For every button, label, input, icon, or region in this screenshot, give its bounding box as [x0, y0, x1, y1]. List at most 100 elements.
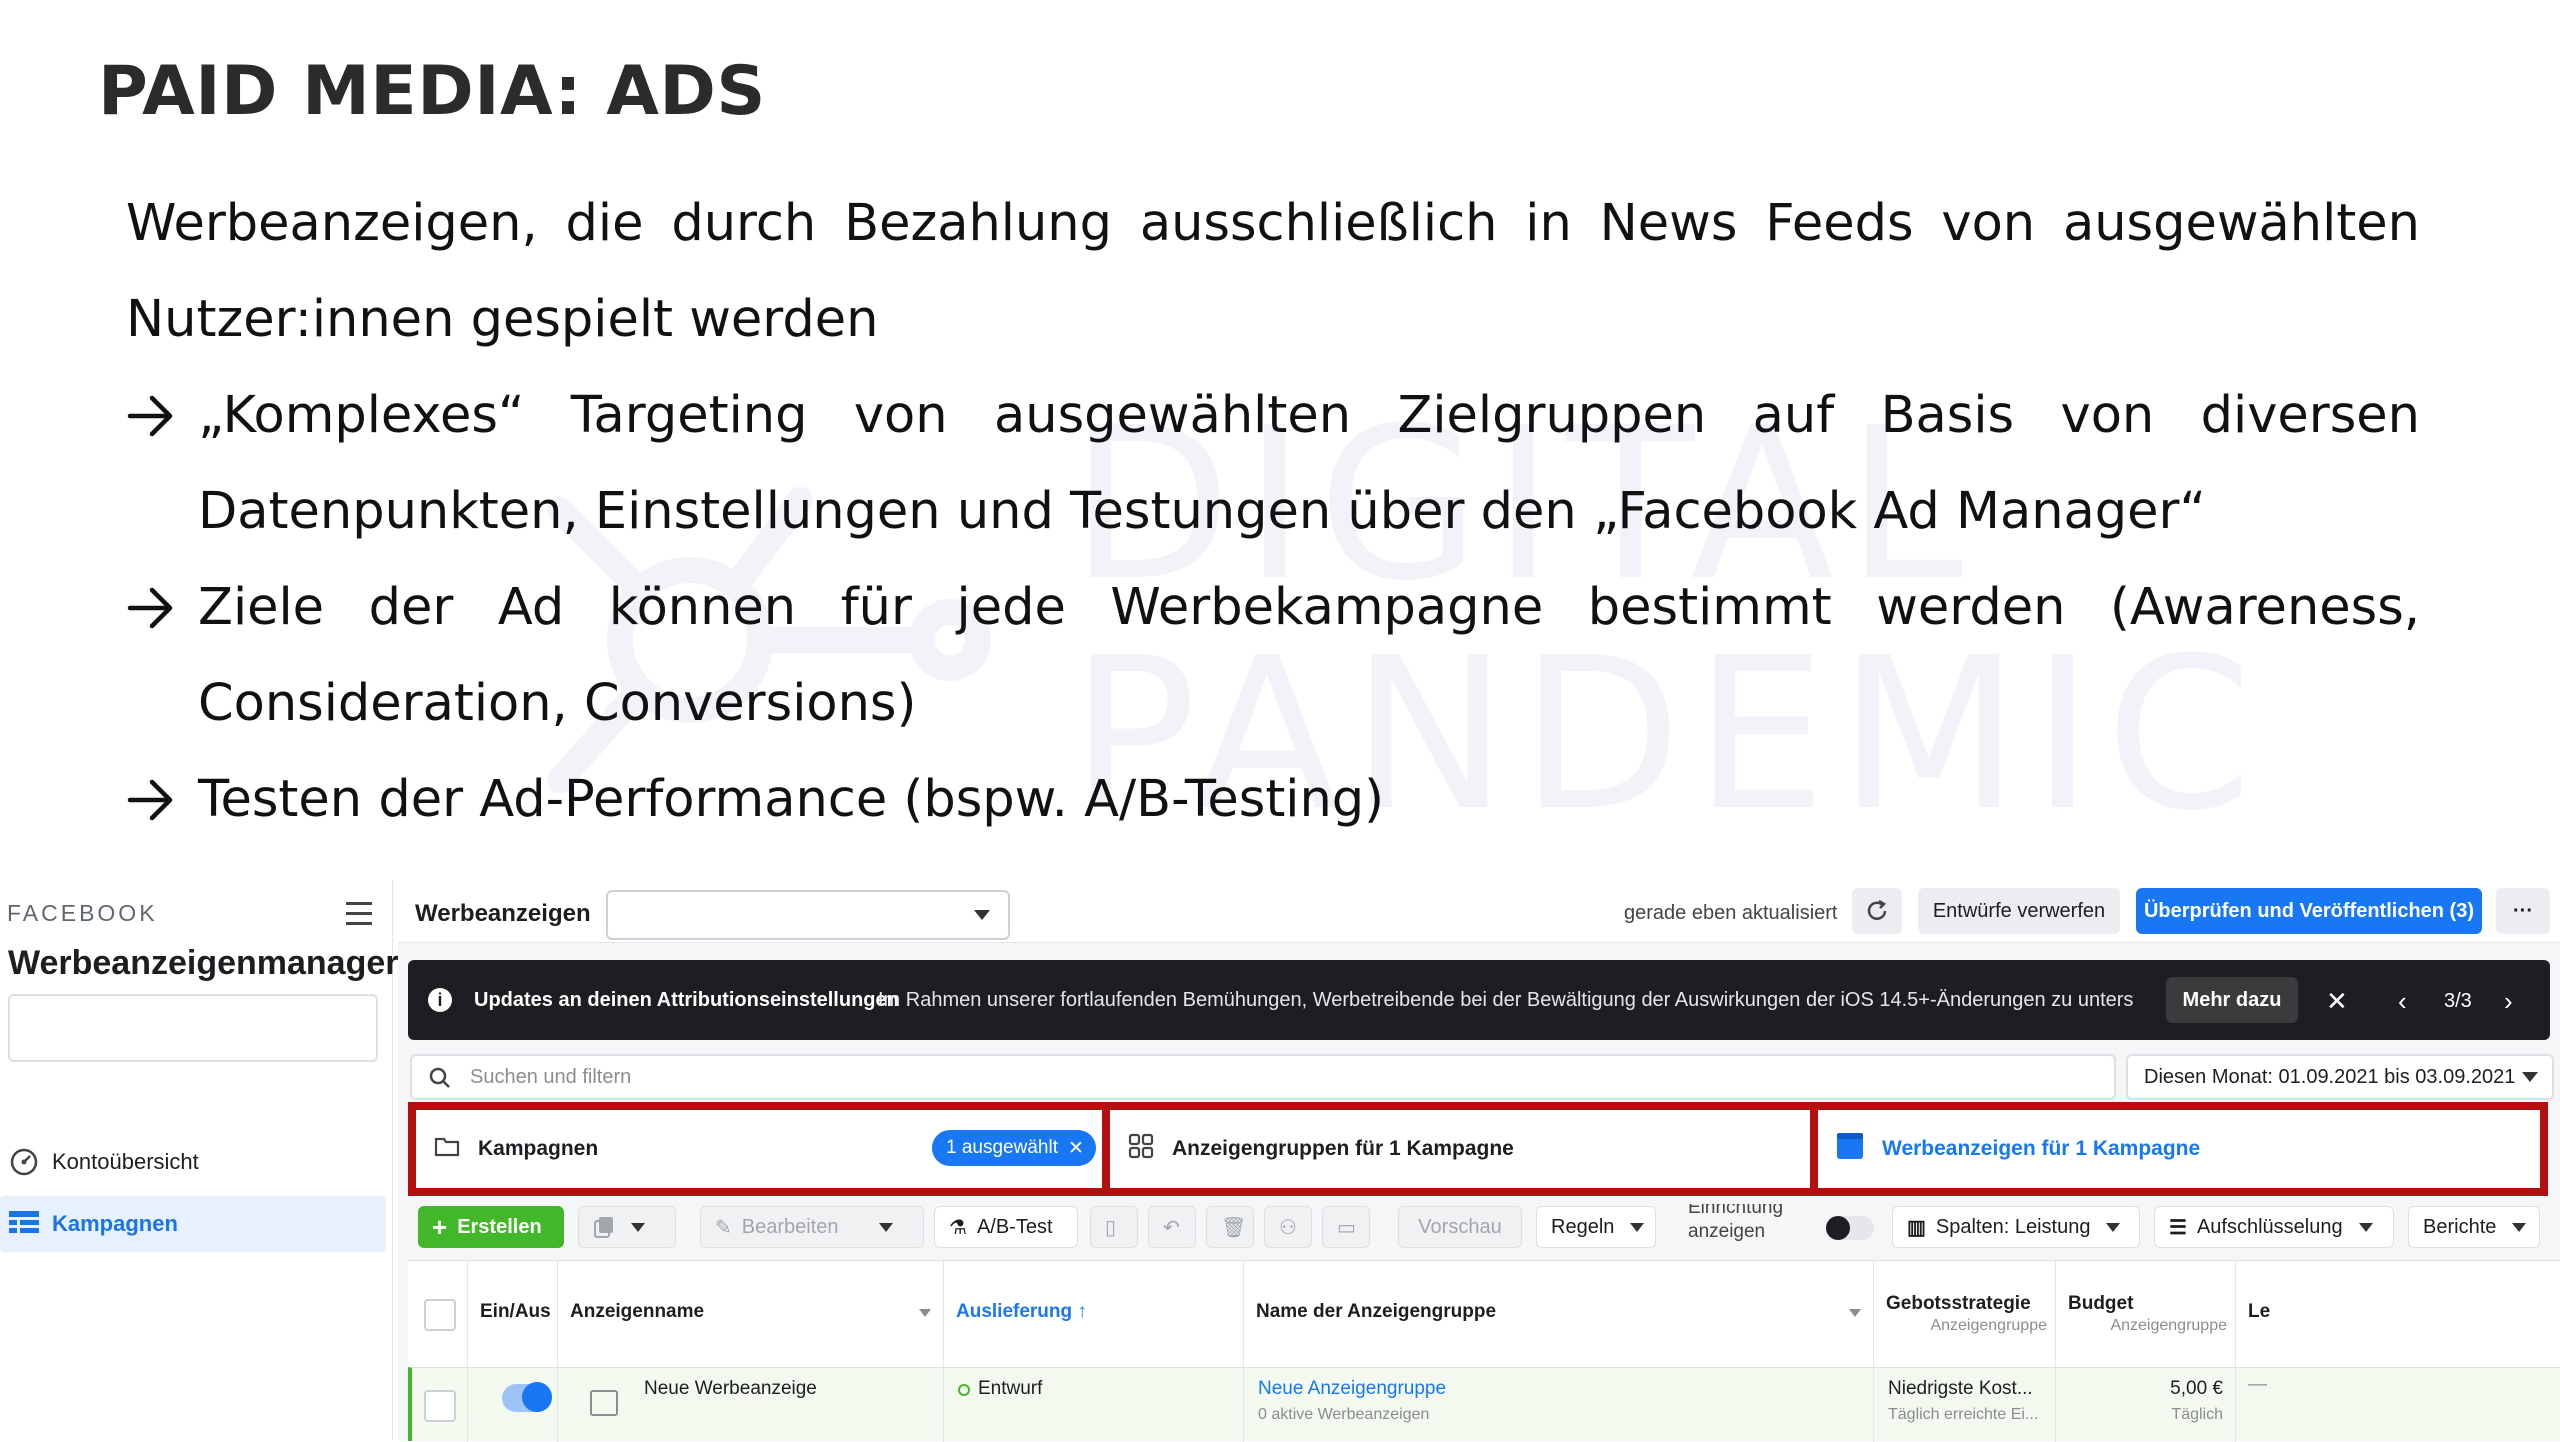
main-panel: Werbeanzeigen gerade eben aktualisiert E… [398, 880, 2560, 1442]
delivery-status: Entwurf [978, 1378, 1043, 1399]
clipboard-icon[interactable]: ▯ [1090, 1206, 1138, 1248]
row-bid-cell: Niedrigste Kost... Täglich erreichte Ei.… [1874, 1368, 2056, 1442]
breakdown-button[interactable]: ☰ Aufschlüsselung [2154, 1206, 2394, 1248]
bullet-item: „Komplexes“ Targeting von ausgewählten Z… [126, 368, 2420, 560]
flask-icon: ⚗ [949, 1216, 967, 1239]
row-delivery-cell: Entwurf [944, 1368, 1244, 1442]
ad-name[interactable]: Neue Werbeanzeige [644, 1378, 817, 1400]
account-selector[interactable] [8, 994, 378, 1062]
caret-down-icon [878, 1222, 893, 1232]
column-header-on-off[interactable]: Ein/Aus [468, 1261, 558, 1367]
comment-icon[interactable]: ▭ [1322, 1206, 1370, 1248]
bullet-item: Ziele der Ad können für jede Werbekampag… [126, 560, 2420, 752]
caret-down-icon [2106, 1222, 2121, 1232]
bullet-text: „Komplexes“ Targeting von ausgewählten Z… [198, 386, 2420, 541]
date-range-selector[interactable]: Diesen Monat: 01.09.2021 bis 03.09.2021 [2126, 1054, 2554, 1100]
column-header-delivery[interactable]: Auslieferung ↑ [944, 1261, 1244, 1367]
columns-icon: ▥ [1907, 1216, 1926, 1239]
row-checkbox[interactable] [424, 1390, 456, 1422]
budget-subtext: Täglich [2171, 1406, 2223, 1423]
select-all-header [408, 1261, 468, 1367]
review-publish-button[interactable]: Überprüfen und Veröffentlichen (3) [2136, 888, 2482, 934]
caret-down-icon [1630, 1222, 1645, 1232]
row-adset-cell: Neue Anzeigengruppe 0 aktive Werbeanzeig… [1244, 1368, 1874, 1442]
sidebar-item-kampagnen[interactable]: Kampagnen [0, 1196, 386, 1252]
search-filter-input[interactable]: Suchen und filtern [410, 1054, 2116, 1100]
selected-count-pill[interactable]: 1 ausgewählt ✕ [932, 1130, 1096, 1166]
sidebar-item-label: Kampagnen [52, 1211, 178, 1236]
sidebar-item-label: Kontoübersicht [52, 1149, 199, 1174]
ad-on-off-toggle[interactable] [502, 1382, 552, 1412]
column-header-budget[interactable]: Budget Anzeigengruppe [2056, 1261, 2236, 1367]
caret-down-icon [1849, 1309, 1861, 1317]
attribution-banner: i Updates an deinen Attributionseinstell… [408, 960, 2550, 1040]
adset-link[interactable]: Neue Anzeigengruppe [1258, 1378, 1446, 1400]
chevron-left-icon[interactable]: ‹ [2398, 986, 2407, 1017]
edit-button[interactable]: ✎ Bearbeiten [700, 1206, 924, 1248]
duplicate-button[interactable] [578, 1206, 676, 1248]
rules-button[interactable]: Regeln [1536, 1206, 1656, 1248]
refresh-button[interactable] [1852, 888, 1902, 934]
level-label: Werbeanzeigen [415, 900, 591, 927]
table-row[interactable]: Neue Werbeanzeige Entwurf Neue Anzeigeng… [408, 1367, 2560, 1442]
setup-toggle[interactable] [1826, 1216, 1874, 1240]
bid-strategy-value: Niedrigste Kost... [1888, 1378, 2033, 1399]
caret-down-icon [974, 910, 990, 920]
hamburger-menu-icon[interactable] [346, 902, 372, 932]
row-budget-cell: 5,00 € Täglich [2056, 1368, 2236, 1442]
facebook-brand: FACEBOOK [7, 900, 158, 926]
close-icon[interactable]: ✕ [2326, 986, 2348, 1017]
column-header-bid-strategy[interactable]: Gebotsstrategie Anzeigengruppe [1874, 1261, 2056, 1367]
bid-strategy-subtext: Täglich erreichte Ei... [1888, 1406, 2039, 1423]
caret-down-icon [919, 1309, 931, 1317]
caret-down-icon [2358, 1222, 2373, 1232]
preview-button[interactable]: Vorschau [1398, 1206, 1522, 1248]
row-toggle-cell [468, 1368, 558, 1442]
search-icon [428, 1066, 452, 1095]
more-options-button[interactable]: ··· [2496, 888, 2550, 934]
caret-down-icon [631, 1222, 645, 1232]
breakdown-icon: ☰ [2169, 1216, 2187, 1239]
grid-icon [1128, 1133, 1154, 1165]
tab-campaigns[interactable]: Kampagnen 1 ausgewählt ✕ [416, 1110, 1102, 1188]
column-header-last[interactable]: Le [2236, 1261, 2560, 1367]
create-button[interactable]: + Erstellen [418, 1206, 564, 1248]
info-icon: i [428, 988, 452, 1012]
sidebar: FACEBOOK Werbeanzeigenmanager Kontoübers… [0, 880, 399, 1440]
row-last-cell: — [2248, 1374, 2267, 1395]
ad-icon [1836, 1132, 1864, 1166]
select-all-checkbox[interactable] [424, 1299, 456, 1331]
reports-button[interactable]: Berichte [2408, 1206, 2540, 1248]
tab-ads[interactable]: Werbeanzeigen für 1 Kampagne [1818, 1110, 2540, 1188]
folder-icon [434, 1135, 460, 1163]
ads-table: Ein/Aus Anzeigenname Auslieferung ↑ Name… [408, 1260, 2560, 1442]
bullet-text: Ziele der Ad können für jede Werbekampag… [198, 578, 2420, 733]
banner-title: Updates an deinen Attributionseinstellun… [474, 989, 899, 1011]
intro-paragraph: Werbeanzeigen, die durch Bezahlung aussc… [126, 194, 2420, 349]
setup-toggle-label: Einrichtung anzeigen [1688, 1204, 1784, 1242]
ad-account-dropdown[interactable] [606, 890, 1010, 940]
column-header-adset-name[interactable]: Name der Anzeigengruppe [1244, 1261, 1874, 1367]
columns-button[interactable]: ▥ Spalten: Leistung [1892, 1206, 2140, 1248]
ab-test-button[interactable]: ⚗ A/B-Test [934, 1206, 1078, 1248]
caret-down-icon [2512, 1222, 2527, 1232]
banner-page-indicator: 3/3 [2444, 990, 2472, 1012]
sidebar-item-kontouebersicht[interactable]: Kontoübersicht [0, 1134, 386, 1190]
bullet-item: Testen der Ad-Performance (bspw. A/B-Tes… [126, 752, 2420, 848]
app-title: Werbeanzeigenmanager [8, 944, 399, 982]
row-select-cell [412, 1368, 468, 1442]
adset-subtext: 0 aktive Werbeanzeigen [1258, 1406, 1430, 1423]
update-status: gerade eben aktualisiert [1624, 902, 1838, 924]
discard-drafts-button[interactable]: Entwürfe verwerfen [1918, 888, 2120, 934]
chevron-right-icon[interactable]: › [2504, 986, 2513, 1017]
arrow-right-icon [126, 752, 178, 880]
learn-more-button[interactable]: Mehr dazu [2166, 977, 2298, 1023]
date-range-label: Diesen Monat: 01.09.2021 bis 03.09.2021 [2144, 1066, 2516, 1088]
people-icon[interactable]: ⚇ [1264, 1206, 1312, 1248]
pencil-icon: ✎ [715, 1216, 732, 1239]
tab-adsets[interactable]: Anzeigengruppen für 1 Kampagne [1110, 1110, 1810, 1188]
slide-title: PAID MEDIA: ADS [98, 52, 766, 131]
undo-icon[interactable]: ↶ [1148, 1206, 1196, 1248]
column-header-ad-name[interactable]: Anzeigenname [558, 1261, 944, 1367]
trash-icon[interactable]: 🗑 [1206, 1206, 1254, 1248]
